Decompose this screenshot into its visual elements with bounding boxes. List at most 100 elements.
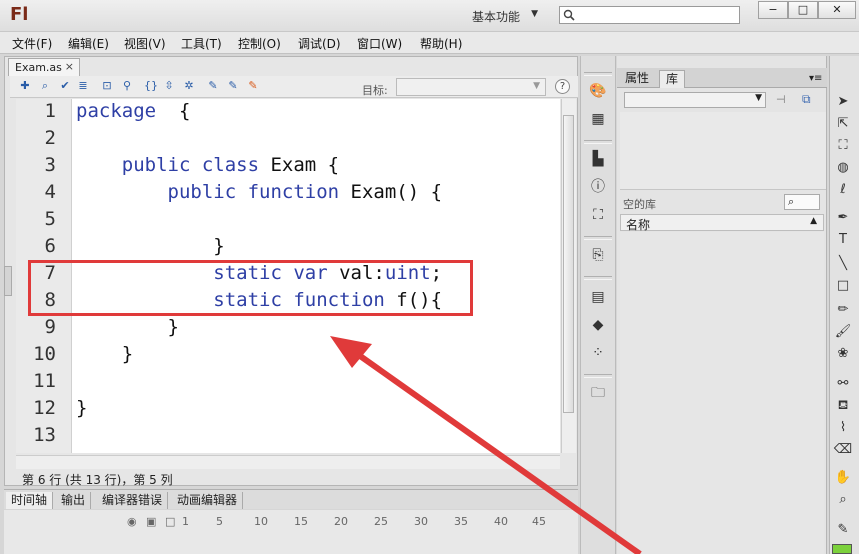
minimize-icon: −: [768, 3, 778, 16]
name-column-label: 名称: [626, 218, 651, 232]
motion-presets-icon[interactable]: ⁘: [589, 344, 607, 362]
menu-file[interactable]: 文件(F): [12, 35, 52, 52]
help-search-input[interactable]: [559, 6, 740, 24]
close-button[interactable]: ✕: [818, 1, 856, 19]
frame-tick-label: 5: [216, 515, 223, 528]
library-search-input[interactable]: ⌕: [784, 194, 820, 210]
bone-tool-icon[interactable]: ⚯: [833, 374, 853, 394]
eraser-tool-icon[interactable]: ⌫: [833, 440, 853, 460]
outline-icon[interactable]: □: [165, 515, 175, 528]
maximize-button[interactable]: □: [788, 1, 818, 19]
text-tool-icon[interactable]: T: [833, 230, 853, 250]
menu-help[interactable]: 帮助(H): [420, 35, 462, 52]
add-statement-icon[interactable]: ✚: [18, 79, 32, 93]
code-hint-icon[interactable]: ⊡: [100, 79, 114, 93]
expand-all-icon[interactable]: ✲: [182, 79, 196, 93]
help-icon[interactable]: ?: [555, 79, 570, 94]
library-column-header[interactable]: 名称 ▲: [620, 214, 824, 232]
target-label: 目标:: [362, 84, 388, 97]
transform-icon[interactable]: ⛶: [589, 206, 607, 224]
panel-collapse-grip[interactable]: [4, 266, 12, 296]
project-icon[interactable]: 🗀: [589, 384, 607, 402]
code-text: Exam() {: [339, 181, 443, 203]
menu-view[interactable]: 视图(V): [124, 35, 166, 52]
tab-library[interactable]: 库: [659, 70, 686, 88]
code-line: }: [76, 397, 87, 419]
pencil-tool-icon[interactable]: ✏: [833, 300, 853, 320]
library-item-list[interactable]: [620, 232, 824, 554]
lock-icon[interactable]: ▣: [146, 515, 156, 528]
line-number: 9: [44, 316, 56, 338]
tab-properties[interactable]: 属性: [619, 70, 655, 87]
target-dropdown[interactable]: ▼: [396, 78, 546, 96]
new-library-panel-icon[interactable]: ⧉: [802, 92, 811, 107]
tab-output[interactable]: 输出: [56, 492, 92, 509]
remove-comment-icon[interactable]: ✎: [246, 79, 260, 93]
free-transform-tool-icon[interactable]: ⛶: [833, 136, 853, 156]
line-tool-icon[interactable]: ╲: [833, 254, 853, 274]
apply-line-comment-icon[interactable]: ✎: [226, 79, 240, 93]
hand-tool-icon[interactable]: ✋: [833, 468, 853, 488]
tab-compiler-errors[interactable]: 编译器错误: [97, 492, 169, 509]
selection-tool-icon[interactable]: ➤: [833, 92, 853, 112]
frame-tick-label: 40: [494, 515, 508, 528]
line-number: 11: [33, 370, 56, 392]
highlight-annotation-box: [28, 260, 473, 316]
code-snippets-icon[interactable]: ⎘: [589, 246, 607, 264]
dock-divider: [584, 276, 612, 280]
line-number: 1: [44, 100, 56, 122]
panel-menu-icon[interactable]: ▾≡: [803, 70, 828, 87]
find-icon[interactable]: ⌕: [38, 79, 52, 93]
brush-tool-icon[interactable]: 🖌: [833, 322, 853, 342]
debug-options-icon[interactable]: ⚲: [120, 79, 134, 93]
swatches-icon[interactable]: ▦: [589, 110, 607, 128]
menu-debug[interactable]: 调试(D): [298, 35, 341, 52]
lasso-tool-icon[interactable]: ℓ: [833, 180, 853, 200]
minimize-button[interactable]: −: [758, 1, 788, 19]
menu-window[interactable]: 窗口(W): [357, 35, 402, 52]
eye-icon[interactable]: ◉: [127, 515, 137, 528]
info-icon[interactable]: ⓘ: [589, 178, 607, 196]
3d-rotation-tool-icon[interactable]: ◍: [833, 158, 853, 178]
library-preview-area: [620, 112, 826, 190]
color-palette-icon[interactable]: 🎨: [589, 82, 607, 100]
pen-tool-icon[interactable]: ✒: [833, 208, 853, 228]
align-icon[interactable]: ▙: [589, 150, 607, 168]
auto-format-icon[interactable]: ≣: [76, 79, 90, 93]
fill-color-swatch[interactable]: [832, 544, 852, 554]
menu-edit[interactable]: 编辑(E): [68, 35, 109, 52]
menu-control[interactable]: 控制(O): [238, 35, 281, 52]
pin-library-icon[interactable]: ⊣: [776, 93, 786, 106]
collapse-selection-icon[interactable]: ⇳: [162, 79, 176, 93]
timeline-panel[interactable]: [4, 510, 578, 554]
check-syntax-icon[interactable]: ✔: [58, 79, 72, 93]
tab-timeline[interactable]: 时间轴: [6, 492, 54, 509]
line-number: 4: [44, 181, 56, 203]
code-keyword: public class: [76, 154, 260, 176]
component-inspector-icon[interactable]: ◆: [589, 316, 607, 334]
frame-tick-label: 1: [182, 515, 189, 528]
subselection-tool-icon[interactable]: ⇱: [833, 114, 853, 134]
zoom-tool-icon[interactable]: ⌕: [833, 490, 853, 510]
stroke-color-icon[interactable]: ✎: [833, 520, 853, 540]
document-tab[interactable]: Exam.as ×: [8, 58, 80, 76]
vertical-scroll-thumb[interactable]: [563, 115, 574, 413]
menu-tools[interactable]: 工具(T): [181, 35, 222, 52]
apply-block-comment-icon[interactable]: ✎: [206, 79, 220, 93]
close-icon: ✕: [832, 3, 842, 16]
components-icon[interactable]: ▤: [589, 288, 607, 306]
library-document-select[interactable]: ▼: [624, 92, 766, 108]
dock-divider: [584, 72, 612, 76]
tab-motion-editor[interactable]: 动画编辑器: [172, 492, 244, 509]
close-tab-icon[interactable]: ×: [65, 60, 74, 73]
collapse-between-braces-icon[interactable]: {}: [144, 79, 158, 93]
paint-bucket-tool-icon[interactable]: ⛾: [833, 396, 853, 416]
code-text: {: [156, 100, 191, 122]
workspace-switcher[interactable]: 基本功能 ▼: [462, 4, 546, 26]
rectangle-tool-icon[interactable]: □: [833, 276, 853, 296]
frame-tick-label: 45: [532, 515, 546, 528]
deco-tool-icon[interactable]: ❀: [833, 344, 853, 364]
eyedropper-tool-icon[interactable]: ⌇: [833, 418, 853, 438]
search-icon: ⌕: [788, 195, 795, 208]
horizontal-scrollbar[interactable]: [16, 455, 560, 469]
